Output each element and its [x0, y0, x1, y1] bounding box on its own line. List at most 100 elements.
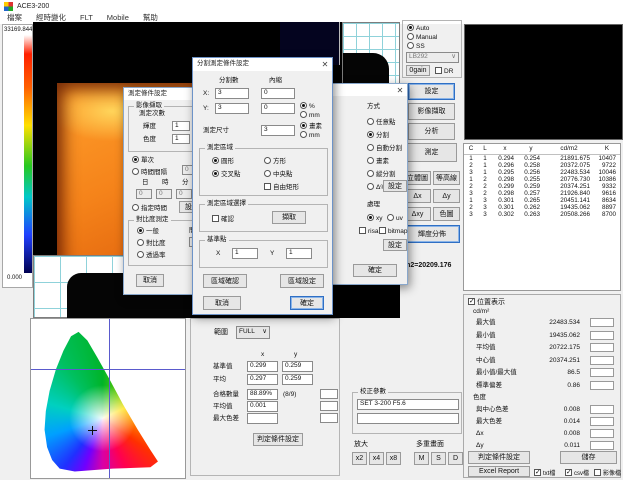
colormap-button[interactable]: 色圖 [433, 207, 460, 221]
radio-pixel[interactable]: 畫素 [300, 122, 322, 131]
method-option[interactable]: 分割 [367, 131, 389, 140]
measure-size-field[interactable]: 3 [261, 125, 295, 136]
lens-select[interactable]: LB292 ∨ [406, 52, 459, 63]
multi-s-button[interactable]: S [431, 452, 446, 465]
csv-file-checkbox[interactable]: csv檔 [565, 469, 589, 477]
split-cancel-button[interactable]: 取消 [203, 296, 241, 310]
position-display-checkbox[interactable]: 位置表示 [468, 298, 505, 306]
radio-square[interactable]: 方形 [264, 157, 286, 166]
grab-button[interactable]: 擷取 [272, 211, 306, 224]
radio-normal[interactable]: 一般 [137, 227, 159, 236]
close-icon[interactable]: ✕ [318, 58, 332, 71]
chroma-count-field[interactable]: 1 [172, 134, 190, 144]
stereo-button[interactable]: 立體圖 [404, 171, 431, 185]
scale-gradient-bar [24, 35, 32, 273]
cie-diagram-window[interactable] [30, 318, 186, 479]
radio-mm-inset[interactable]: mm [300, 111, 320, 120]
radio-circle[interactable]: 圓形 [212, 157, 234, 166]
radio-ss[interactable]: SS [407, 42, 425, 51]
delta-y-button[interactable]: Δy [433, 189, 460, 203]
image-file-checkbox[interactable]: 影像檔 [594, 469, 621, 477]
y-inset-field[interactable]: 0 [261, 103, 295, 114]
radio-single[interactable]: 單次 [132, 156, 154, 165]
multi-m-button[interactable]: M [414, 452, 429, 465]
measure-cancel-button[interactable]: 取消 [136, 274, 164, 287]
delta-x-button[interactable]: Δx [404, 189, 431, 203]
radio-cross[interactable]: 交叉點 [212, 170, 241, 179]
reference-y-field[interactable]: 0.259 [282, 361, 313, 372]
confirm-checkbox[interactable]: 確認 [212, 215, 234, 224]
luminance-count-field[interactable]: 1 [172, 121, 190, 131]
bitmap-checkbox[interactable]: bitmap [379, 227, 408, 236]
capture-button[interactable]: 影像擷取 [408, 103, 455, 120]
radio-transmittance[interactable]: 透過率 [137, 251, 166, 260]
measure-button[interactable]: 測定 [406, 143, 457, 162]
method-option[interactable]: 自動分割 [367, 144, 402, 153]
radio-specified-time[interactable]: 指定時間 [132, 204, 167, 213]
close-icon[interactable]: ✕ [393, 84, 407, 96]
x-div-field[interactable]: 3 [215, 88, 249, 99]
contour-button[interactable]: 等高線 [433, 171, 460, 185]
radio-auto[interactable]: Auto [407, 24, 429, 33]
range-label: 範圍 [214, 329, 228, 336]
measurement-table-panel[interactable]: CLxycd/m2K 110.2940.25421891.67510407210… [463, 143, 621, 291]
radio-percent[interactable]: % [300, 102, 315, 111]
zoom-x4-button[interactable]: x4 [369, 452, 384, 465]
radio-center-point[interactable]: 中央點 [264, 170, 293, 179]
radio-manual[interactable]: Manual [407, 33, 437, 42]
secondary-image-view[interactable] [464, 24, 623, 140]
radio-interval[interactable]: 時間間隔 [132, 168, 167, 177]
radio-contrast[interactable]: 對比度 [137, 239, 166, 248]
luminance-dist-button[interactable]: 輝度分佈 [404, 225, 460, 243]
maxdiff-judge-box [320, 413, 338, 423]
table-row[interactable]: 330.3020.26320508.2668700 [464, 211, 620, 218]
txt-file-checkbox[interactable]: txt檔 [534, 469, 555, 477]
method-ok-button[interactable]: 確定 [353, 264, 397, 277]
table-row[interactable]: 120.2980.25520776.73010386 [464, 176, 620, 183]
save-button[interactable]: 儲存 [560, 451, 617, 464]
menu-item[interactable]: 檔案 [0, 12, 29, 24]
table-row[interactable]: 220.2990.25920374.2519332 [464, 183, 620, 190]
method-option[interactable]: 縱分割 [367, 170, 396, 179]
method-option[interactable]: 畫素 [367, 157, 389, 166]
excel-report-button[interactable]: Excel Report [468, 466, 530, 477]
table-row[interactable]: 130.3010.26520451.1418634 [464, 197, 620, 204]
stat-label: Δy [476, 443, 484, 450]
split-dialog-titlebar[interactable]: 分割測定條件設定 [193, 58, 332, 71]
multi-d-button[interactable]: D [448, 452, 463, 465]
table-row[interactable]: 110.2940.25421891.67510407 [464, 154, 620, 162]
range-select[interactable]: FULL ∨ [236, 326, 270, 339]
dr-checkbox[interactable]: DR [435, 67, 453, 76]
radio-xy[interactable]: xy [367, 214, 383, 223]
table-row[interactable]: 230.3010.26219435.0628897 [464, 204, 620, 211]
method-set-button[interactable]: 設定 [383, 180, 407, 192]
zero-gain-button[interactable]: 0gain [406, 65, 430, 76]
delta-xy-button[interactable]: Δxy [404, 207, 431, 221]
free-rect-checkbox[interactable]: 自由矩形 [264, 183, 299, 192]
reference-x-field[interactable]: 0.299 [247, 361, 278, 372]
method-option[interactable]: 任意點 [367, 118, 396, 127]
judge-condition-button-mid[interactable]: 判定條件設定 [253, 433, 303, 446]
method-set2-button[interactable]: 設定 [383, 239, 407, 251]
area-confirm-button[interactable]: 區域確認 [203, 274, 247, 288]
table-cell: 2 [464, 204, 478, 211]
base-x-field[interactable]: 1 [232, 248, 258, 259]
table-cell: 8897 [594, 204, 620, 211]
split-ok-button[interactable]: 確定 [290, 296, 324, 310]
settings-button[interactable]: 設定 [408, 83, 455, 100]
judge-condition-button[interactable]: 判定條件設定 [468, 451, 530, 464]
table-row[interactable]: 310.2950.25622483.53410046 [464, 169, 620, 176]
base-y-field[interactable]: 1 [286, 248, 312, 259]
radio-uv[interactable]: uv [387, 214, 403, 223]
radio-mm-inset-icon [300, 111, 307, 118]
risa-checkbox[interactable]: risa [359, 227, 378, 236]
radio-mm-size[interactable]: mm [300, 131, 320, 140]
zoom-x2-button[interactable]: x2 [352, 452, 367, 465]
y-div-field[interactable]: 3 [215, 103, 249, 114]
table-row[interactable]: 210.2960.25820372.0759722 [464, 162, 620, 169]
analyze-button[interactable]: 分析 [408, 123, 455, 140]
zoom-x8-button[interactable]: x8 [386, 452, 401, 465]
x-inset-field[interactable]: 0 [261, 88, 295, 99]
area-set-button[interactable]: 區域設定 [280, 274, 324, 288]
table-row[interactable]: 320.2980.25721926.8409616 [464, 190, 620, 197]
